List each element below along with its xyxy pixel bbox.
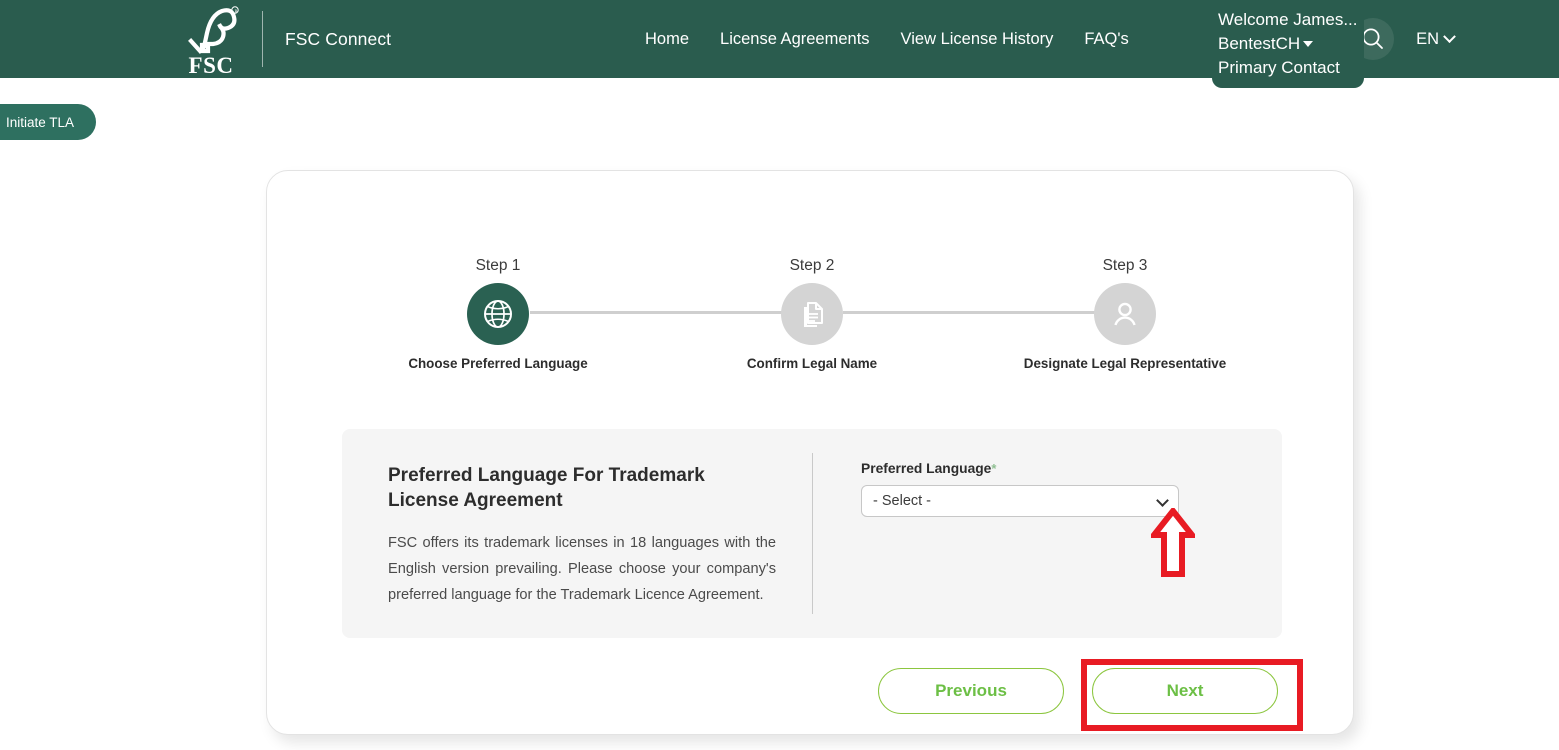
next-button[interactable]: Next <box>1092 668 1278 714</box>
panel-body-text: FSC offers its trademark licenses in 18 … <box>388 535 776 603</box>
stepper-step-3[interactable]: Step 3 Designate Legal Representative <box>995 257 1255 371</box>
brand-divider <box>262 11 263 67</box>
brand-area[interactable]: R FSC FSC Connect <box>180 0 391 78</box>
initiate-tla-label: Initiate TLA <box>6 114 75 130</box>
stepper-connector-2 <box>843 311 1125 314</box>
language-value: EN <box>1416 29 1439 48</box>
user-welcome-text: Welcome James... <box>1218 10 1358 29</box>
panel-description-column: Preferred Language For Trademark License… <box>342 429 812 638</box>
documents-icon <box>781 283 843 345</box>
svg-text:FSC: FSC <box>189 53 234 75</box>
user-account-name[interactable]: BentestCH <box>1218 32 1358 56</box>
language-selector[interactable]: EN <box>1416 29 1456 49</box>
preferred-language-select[interactable]: - Select - <box>861 485 1179 517</box>
main-navigation: Home License Agreements View License His… <box>645 0 1129 78</box>
globe-icon <box>467 283 529 345</box>
preferred-language-label: Preferred Language* <box>861 461 997 476</box>
wizard-actions: Previous Next <box>878 668 1278 714</box>
brand-name: FSC Connect <box>285 28 392 49</box>
form-panel: Preferred Language For Trademark License… <box>342 429 1282 638</box>
nav-item-faqs[interactable]: FAQ's <box>1084 30 1128 49</box>
chevron-down-icon <box>1443 29 1456 43</box>
caret-down-icon <box>1303 40 1314 47</box>
stepper-step-2[interactable]: Step 2 Confirm Legal Name <box>682 257 942 371</box>
panel-form-column: Preferred Language* - Select - <box>813 429 1282 638</box>
previous-button[interactable]: Previous <box>878 668 1064 714</box>
step-3-label: Designate Legal Representative <box>1023 356 1227 371</box>
step-1-label: Choose Preferred Language <box>408 356 588 371</box>
required-asterisk: * <box>991 461 997 476</box>
nav-item-view-license-history[interactable]: View License History <box>901 30 1054 49</box>
panel-title: Preferred Language For Trademark License… <box>388 465 705 511</box>
person-icon <box>1094 283 1156 345</box>
preferred-language-select-wrapper[interactable]: - Select - <box>861 485 1179 517</box>
site-header: R FSC FSC Connect Home License Agreement… <box>0 0 1559 88</box>
stepper-connector-1 <box>530 311 812 314</box>
step-1-number: Step 1 <box>475 257 521 274</box>
step-3-number: Step 3 <box>1102 257 1148 274</box>
wizard-stepper: Step 1 Choose Preferred Language Step 2 <box>267 257 1355 377</box>
initiate-tla-tab[interactable]: Initiate TLA <box>0 104 97 140</box>
fsc-logo-icon: R FSC <box>188 6 239 75</box>
step-2-label: Confirm Legal Name <box>746 356 878 371</box>
svg-text:R: R <box>235 8 238 13</box>
nav-item-home[interactable]: Home <box>645 30 689 49</box>
user-role: Primary Contact <box>1218 58 1340 77</box>
step-2-number: Step 2 <box>789 257 835 274</box>
wizard-card: Step 1 Choose Preferred Language Step 2 <box>266 170 1354 735</box>
stepper-step-1[interactable]: Step 1 Choose Preferred Language <box>368 257 628 371</box>
user-menu[interactable]: Welcome James... BentestCH Primary Conta… <box>1212 8 1364 88</box>
nav-item-license-agreements[interactable]: License Agreements <box>720 30 870 49</box>
